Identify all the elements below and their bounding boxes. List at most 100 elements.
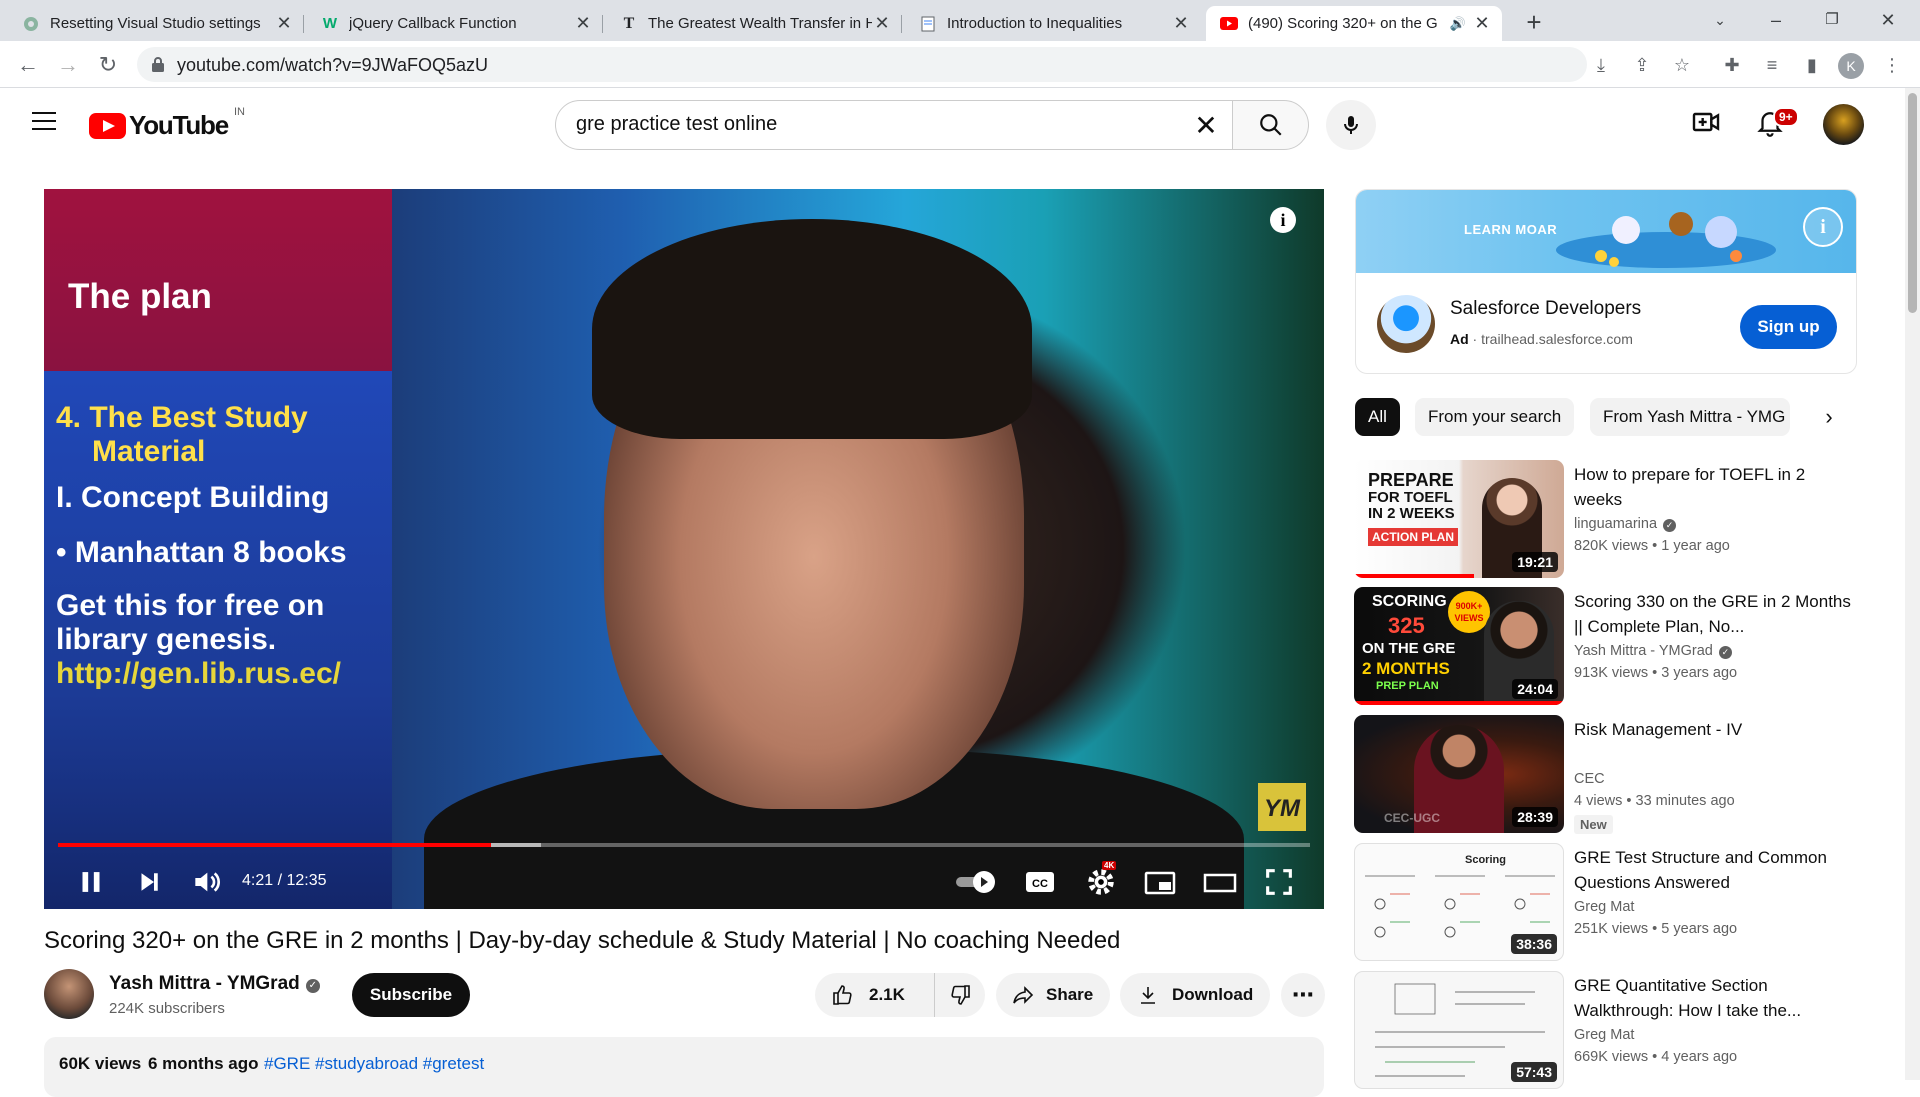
video-player[interactable]: The plan 4. The Best Study Material I. C…: [44, 189, 1324, 909]
theater-mode-button[interactable]: [1202, 865, 1238, 899]
video-thumbnail[interactable]: SCORING 325 ON THE GRE 2 MONTHS PREP PLA…: [1354, 587, 1564, 705]
ad-banner[interactable]: LEARN MOAR i: [1356, 190, 1856, 273]
voice-search-button[interactable]: [1326, 100, 1376, 150]
bookmark-star-icon[interactable]: ☆: [1666, 49, 1698, 81]
chip-from-channel[interactable]: From Yash Mittra - YMG: [1590, 398, 1790, 436]
address-bar[interactable]: youtube.com/watch?v=9JWaFOQ5azU: [137, 47, 1587, 82]
recommended-video[interactable]: SCORING 325 ON THE GRE 2 MONTHS PREP PLA…: [1354, 587, 1859, 705]
browser-menu-icon[interactable]: ⋮: [1876, 49, 1908, 81]
channel-name[interactable]: Yash Mittra - YMGrad: [109, 973, 300, 994]
account-avatar[interactable]: [1823, 104, 1864, 145]
close-tab-icon[interactable]: ✕: [1472, 13, 1492, 34]
install-app-icon[interactable]: ⤓: [1585, 49, 1617, 81]
advertiser-name[interactable]: Salesforce Developers: [1450, 298, 1641, 320]
video-thumbnail[interactable]: PREPARE FOR TOEFL IN 2 WEEKS ACTION PLAN…: [1354, 460, 1564, 578]
media-controls-icon[interactable]: ≡: [1756, 49, 1788, 81]
miniplayer-icon: [1144, 871, 1176, 895]
subscribe-button[interactable]: Subscribe: [352, 973, 470, 1017]
forward-arrow-icon[interactable]: →: [52, 49, 84, 81]
video-thumbnail[interactable]: Scoring 38:36: [1354, 843, 1564, 961]
recommended-channel[interactable]: Greg Mat: [1574, 1027, 1634, 1043]
mute-button[interactable]: [190, 865, 222, 899]
recommended-channel[interactable]: linguamarina: [1574, 516, 1657, 532]
description-box[interactable]: 60K views 6 months ago #GRE #studyabroad…: [44, 1037, 1324, 1097]
recommended-title[interactable]: How to prepare for TOEFL in 2 weeks: [1574, 462, 1854, 512]
captions-button[interactable]: CC: [1022, 865, 1058, 899]
chips-next-chevron-icon[interactable]: ›: [1810, 398, 1848, 436]
recommended-video[interactable]: 57:43 GRE Quantitative Section Walkthrou…: [1354, 971, 1859, 1089]
ad-info-icon[interactable]: i: [1803, 207, 1843, 247]
share-page-icon[interactable]: ⇪: [1626, 49, 1658, 81]
video-info-icon[interactable]: i: [1270, 207, 1296, 233]
recommended-channel[interactable]: Yash Mittra - YMGrad: [1574, 643, 1713, 659]
more-actions-button[interactable]: ⋯: [1281, 973, 1325, 1017]
scrollbar-thumb[interactable]: [1908, 93, 1917, 313]
new-tab-button[interactable]: +: [1519, 8, 1549, 38]
channel-avatar[interactable]: [44, 969, 94, 1019]
recommended-title[interactable]: GRE Quantitative Section Walkthrough: Ho…: [1574, 973, 1854, 1023]
recommended-title[interactable]: Scoring 330 on the GRE in 2 Months || Co…: [1574, 589, 1854, 639]
overlay-line: I. Concept Building: [56, 481, 330, 514]
search-button[interactable]: [1232, 100, 1309, 150]
speaker-icon[interactable]: 🔊: [1450, 16, 1466, 32]
tab-search-chevron-icon[interactable]: ⌄: [1696, 4, 1744, 36]
minimize-button[interactable]: –: [1752, 4, 1800, 36]
channel-watermark[interactable]: YM: [1258, 783, 1306, 831]
browser-tab[interactable]: Resetting Visual Studio settings ✕: [8, 6, 304, 41]
browser-tab[interactable]: W jQuery Callback Function ✕: [307, 6, 603, 41]
reload-icon[interactable]: ↻: [92, 49, 124, 81]
fullscreen-button[interactable]: [1262, 865, 1296, 899]
download-icon: [1141, 987, 1155, 1004]
youtube-play-logo-icon: [89, 112, 126, 139]
ad-signup-button[interactable]: Sign up: [1740, 305, 1837, 349]
browser-tab[interactable]: T The Greatest Wealth Transfer in H ✕: [606, 6, 902, 41]
side-panel-icon[interactable]: ▮: [1796, 49, 1828, 81]
hashtags[interactable]: #GRE #studyabroad #gretest: [264, 1054, 484, 1074]
chip-all[interactable]: All: [1355, 398, 1400, 436]
page-scrollbar[interactable]: [1905, 88, 1920, 1080]
next-button[interactable]: [134, 865, 164, 899]
recommended-video[interactable]: Scoring 38:36 GRE Test Structure and Com…: [1354, 843, 1859, 961]
video-thumbnail[interactable]: CEC-UGC 28:39: [1354, 715, 1564, 833]
recommended-title[interactable]: GRE Test Structure and Common Questions …: [1574, 845, 1854, 895]
share-button[interactable]: Share: [996, 973, 1110, 1017]
recommended-title[interactable]: Risk Management - IV: [1574, 717, 1854, 742]
browser-profile-avatar[interactable]: K: [1838, 53, 1864, 79]
close-tab-icon[interactable]: ✕: [872, 13, 892, 34]
video-thumbnail[interactable]: 57:43: [1354, 971, 1564, 1089]
duration-badge: 57:43: [1511, 1062, 1557, 1082]
restore-button[interactable]: ❐: [1808, 4, 1856, 36]
close-tab-icon[interactable]: ✕: [1171, 13, 1191, 34]
menu-hamburger-icon[interactable]: [32, 112, 56, 132]
recommended-video[interactable]: PREPARE FOR TOEFL IN 2 WEEKS ACTION PLAN…: [1354, 460, 1859, 578]
recommended-channel-row[interactable]: linguamarina ✓: [1574, 516, 1677, 532]
chip-from-your-search[interactable]: From your search: [1415, 398, 1575, 436]
extensions-puzzle-icon[interactable]: ✚: [1716, 49, 1748, 81]
browser-tab[interactable]: Introduction to Inequalities ✕: [905, 6, 1201, 41]
download-button[interactable]: Download: [1120, 973, 1270, 1017]
sidebar-ad-card[interactable]: LEARN MOAR i Salesforce Developers Ad · …: [1355, 189, 1857, 374]
progress-bar[interactable]: [58, 843, 1310, 847]
close-window-button[interactable]: ✕: [1864, 4, 1912, 36]
pause-button[interactable]: [74, 865, 108, 899]
recommended-channel[interactable]: CEC: [1574, 771, 1605, 787]
browser-tab-active[interactable]: (490) Scoring 320+ on the G 🔊 ✕: [1206, 6, 1502, 41]
recommended-video[interactable]: CEC-UGC 28:39 Risk Management - IV CEC 4…: [1354, 715, 1859, 834]
search-input[interactable]: [576, 113, 1136, 136]
close-tab-icon[interactable]: ✕: [274, 13, 294, 34]
youtube-logo[interactable]: YouTube IN: [89, 106, 245, 141]
like-button[interactable]: 2.1K: [815, 973, 935, 1017]
create-video-button[interactable]: [1690, 106, 1730, 146]
dislike-button[interactable]: [935, 973, 985, 1017]
notification-count-badge: 9+: [1773, 107, 1799, 127]
recommended-channel-row[interactable]: Yash Mittra - YMGrad ✓: [1574, 643, 1732, 659]
close-tab-icon[interactable]: ✕: [573, 13, 593, 34]
settings-button[interactable]: 4K: [1084, 861, 1118, 899]
miniplayer-button[interactable]: [1142, 865, 1178, 899]
channel-name-row[interactable]: Yash Mittra - YMGrad ✓: [109, 973, 320, 995]
clear-search-icon[interactable]: ✕: [1191, 111, 1221, 141]
recommended-channel[interactable]: Greg Mat: [1574, 899, 1634, 915]
autoplay-toggle[interactable]: [954, 865, 1000, 899]
upload-age: 6 months ago: [148, 1054, 259, 1073]
back-arrow-icon[interactable]: ←: [12, 49, 44, 81]
